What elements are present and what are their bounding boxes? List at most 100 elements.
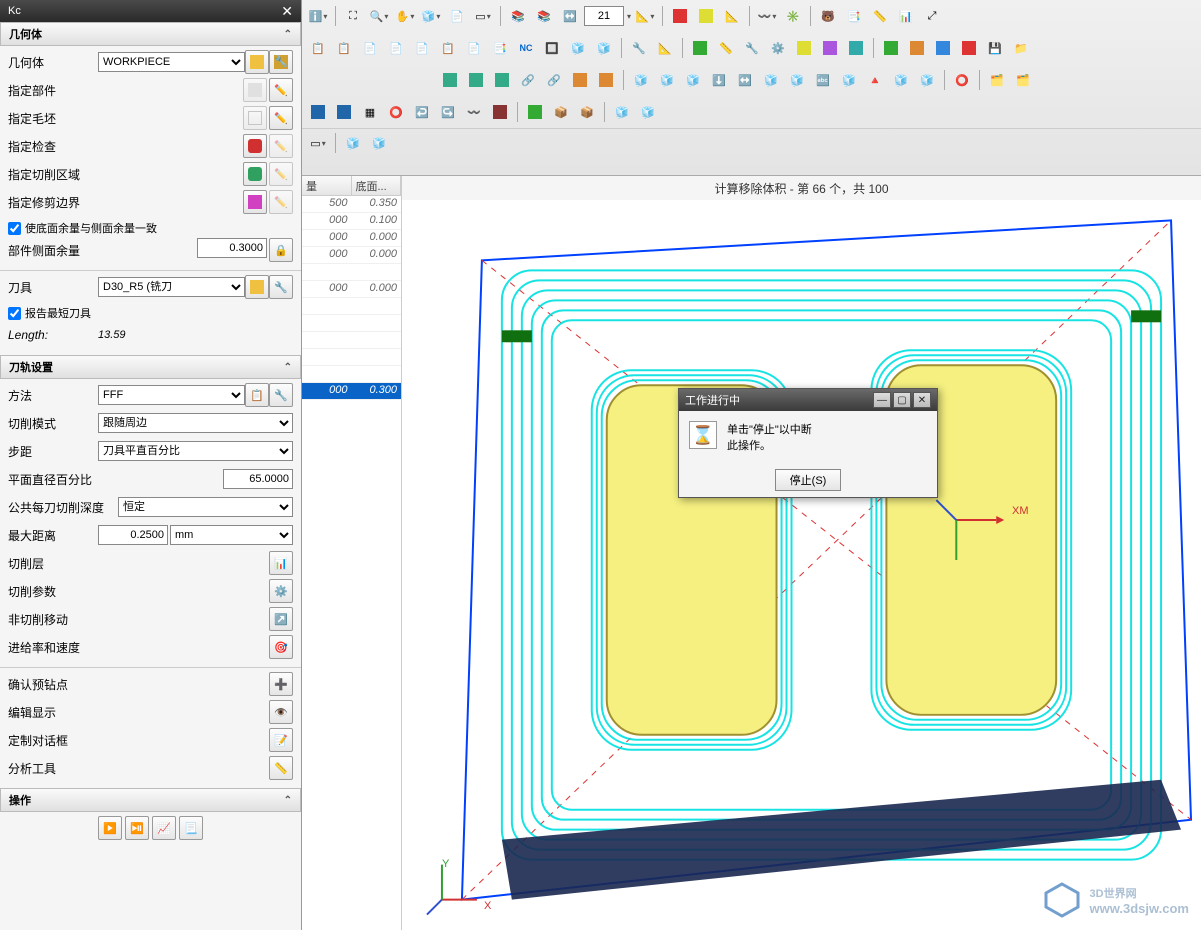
part-select-button[interactable]: ✏️ — [269, 78, 293, 102]
check-select-button[interactable]: ✏️ — [269, 134, 293, 158]
m6-icon[interactable] — [568, 68, 592, 92]
select-rect-icon[interactable]: ▭▾ — [306, 131, 330, 155]
trim-select-button[interactable]: ✏️ — [269, 190, 293, 214]
m2-icon[interactable] — [464, 68, 488, 92]
green-icon[interactable] — [688, 36, 712, 60]
cutarea-select-button[interactable]: ✏️ — [269, 162, 293, 186]
side-stock-lock-icon[interactable]: 🔒 — [269, 238, 293, 262]
geometry-edit-button[interactable]: 🔧 — [269, 50, 293, 74]
3d-render-area[interactable]: XM X Y — [402, 200, 1201, 930]
method-new-button[interactable]: 📋 — [245, 383, 269, 407]
m11-icon[interactable]: ⬇️ — [707, 68, 731, 92]
gear-icon[interactable]: ⚙️ — [766, 36, 790, 60]
depth-select[interactable]: 恒定 — [118, 497, 293, 517]
dialog-titlebar[interactable]: 工作进行中 — ▢ ✕ — [679, 389, 937, 411]
generate-button[interactable]: ▶️ — [98, 816, 122, 840]
op7-icon[interactable]: 📄 — [462, 36, 486, 60]
noncut-button[interactable]: ↗️ — [269, 607, 293, 631]
dialog-maximize-button[interactable]: ▢ — [893, 392, 911, 408]
dialog-minimize-button[interactable]: — — [873, 392, 891, 408]
geometry-section-header[interactable]: 几何体 ⌃ — [0, 22, 301, 46]
b6-icon[interactable]: ↪️ — [436, 100, 460, 124]
m19-icon[interactable]: 🧊 — [915, 68, 939, 92]
panel-close-icon[interactable]: ✕ — [281, 3, 293, 20]
editdisp-button[interactable]: 👁️ — [269, 700, 293, 724]
m10-icon[interactable]: 🧊 — [681, 68, 705, 92]
stop-button[interactable]: 停止(S) — [775, 469, 842, 491]
folder-icon[interactable]: 📁 — [1009, 36, 1033, 60]
table-row[interactable] — [302, 349, 401, 366]
blank-select-button[interactable]: ✏️ — [269, 106, 293, 130]
measure-icon[interactable]: ↔️ — [558, 4, 582, 28]
b9-icon[interactable] — [523, 100, 547, 124]
op11-icon[interactable]: 🧊 — [566, 36, 590, 60]
fit-icon[interactable]: ⛶ — [341, 4, 365, 28]
m16-icon[interactable]: 🧊 — [837, 68, 861, 92]
m5-icon[interactable]: 🔗 — [542, 68, 566, 92]
replay-button[interactable]: ⏯️ — [125, 816, 149, 840]
part-geom-icon[interactable] — [243, 78, 267, 102]
chart-icon[interactable]: 📊 — [894, 4, 918, 28]
m20-icon[interactable]: ⭕ — [950, 68, 974, 92]
op3-icon[interactable]: 📄 — [358, 36, 382, 60]
table-row[interactable]: 0000.300 — [302, 383, 401, 400]
ruler2-icon[interactable]: 📏 — [714, 36, 738, 60]
predrill-button[interactable]: ➕ — [269, 672, 293, 696]
analysis-button[interactable]: 📏 — [269, 756, 293, 780]
m13-icon[interactable]: 🧊 — [759, 68, 783, 92]
ruler-icon[interactable]: 📏 — [868, 4, 892, 28]
m17-icon[interactable]: 🔺 — [863, 68, 887, 92]
table-row[interactable]: 0000.000 — [302, 247, 401, 264]
tool-new-button[interactable] — [245, 275, 269, 299]
axis-icon[interactable]: ✳️ — [781, 4, 805, 28]
info-icon[interactable]: ℹ️▾ — [306, 4, 330, 28]
m15-icon[interactable]: 🔤 — [811, 68, 835, 92]
b8-icon[interactable] — [488, 100, 512, 124]
cube-icon[interactable]: 🧊▾ — [419, 4, 443, 28]
op5-icon[interactable]: 📄 — [410, 36, 434, 60]
draft-icon[interactable]: 📐 — [720, 4, 744, 28]
teal-icon[interactable] — [844, 36, 868, 60]
method-edit-button[interactable]: 🔧 — [269, 383, 293, 407]
op6-icon[interactable]: 📋 — [436, 36, 460, 60]
table-row[interactable] — [302, 298, 401, 315]
table-row[interactable] — [302, 315, 401, 332]
feeds-button[interactable]: 🎯 — [269, 635, 293, 659]
table-row[interactable] — [302, 264, 401, 281]
blank-geom-icon[interactable] — [243, 106, 267, 130]
table-row[interactable]: 0000.000 — [302, 281, 401, 298]
geometry-select[interactable]: WORKPIECE — [98, 52, 245, 72]
cutparams-button[interactable]: ⚙️ — [269, 579, 293, 603]
m4-icon[interactable]: 🔗 — [516, 68, 540, 92]
box-icon[interactable]: ▭▾ — [471, 4, 495, 28]
measure-value-input[interactable] — [584, 6, 624, 26]
b5-icon[interactable]: ↩️ — [410, 100, 434, 124]
table-row[interactable]: 0000.100 — [302, 213, 401, 230]
cutarea-geom-icon[interactable] — [243, 162, 267, 186]
table-row[interactable]: 5000.350 — [302, 196, 401, 213]
m22-icon[interactable]: 🗂️ — [1011, 68, 1035, 92]
curve-icon[interactable]: 〰️▾ — [755, 4, 779, 28]
method-select[interactable]: FFF — [98, 385, 245, 405]
op2-icon[interactable]: 📋 — [332, 36, 356, 60]
op4-icon[interactable]: 📄 — [384, 36, 408, 60]
wrench-icon[interactable]: 🔧 — [740, 36, 764, 60]
graphics-viewport[interactable]: 计算移除体积 - 第 66 个，共 100 — [402, 176, 1201, 930]
b3-icon[interactable]: ▦ — [358, 100, 382, 124]
op1-icon[interactable]: 📋 — [306, 36, 330, 60]
red2-icon[interactable] — [957, 36, 981, 60]
maxdist-unit-select[interactable]: mm — [170, 525, 293, 545]
m14-icon[interactable]: 🧊 — [785, 68, 809, 92]
purple-icon[interactable] — [818, 36, 842, 60]
trim-geom-icon[interactable] — [243, 190, 267, 214]
b2-icon[interactable] — [332, 100, 356, 124]
save-icon[interactable]: 💾 — [983, 36, 1007, 60]
b10-icon[interactable]: 📦 — [549, 100, 573, 124]
list-button[interactable]: 📃 — [179, 816, 203, 840]
step-select[interactable]: 刀具平直百分比 — [98, 441, 293, 461]
side-stock-input[interactable] — [197, 238, 267, 258]
path-section-header[interactable]: 刀轨设置 ⌃ — [0, 355, 301, 379]
filter2-icon[interactable]: 🧊 — [367, 131, 391, 155]
table-row[interactable]: 0000.000 — [302, 230, 401, 247]
b7-icon[interactable]: 〰️ — [462, 100, 486, 124]
